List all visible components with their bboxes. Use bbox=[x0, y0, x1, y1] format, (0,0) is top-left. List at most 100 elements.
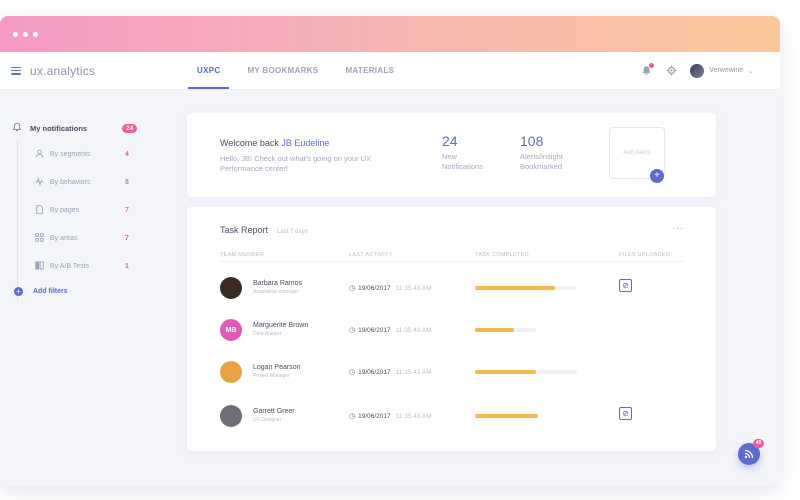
ab-test-icon bbox=[32, 260, 46, 272]
welcome-message: Welcome back JB Eudeline Hello, JB! Chec… bbox=[220, 138, 380, 174]
table-row[interactable]: Logan Pearson Project Manager ◷ 19/06/20… bbox=[220, 361, 684, 391]
window-titlebar bbox=[0, 16, 780, 52]
last-activity: ◷ 19/06/2017 11:35:43 AM bbox=[349, 284, 432, 293]
last-activity: ◷ 19/06/2017 11:35:43 AM bbox=[349, 326, 432, 335]
sidebar-item-label: By pages bbox=[50, 206, 80, 214]
sidebar-item-pages[interactable]: By pages 7 bbox=[32, 196, 150, 224]
activity-time: 11:35:43 AM bbox=[395, 326, 432, 334]
plus-icon: + bbox=[14, 286, 23, 296]
sidebar-item-count: 4 bbox=[125, 150, 129, 158]
notification-filters: By segments 4 By behaviors 5 By pages 7 bbox=[14, 140, 150, 302]
window-dot[interactable] bbox=[23, 31, 28, 37]
sidebar-item-segments[interactable]: By segments 4 bbox=[32, 140, 150, 168]
member-name: Marguerite Brown bbox=[253, 322, 309, 329]
sidebar-item-count: 7 bbox=[125, 234, 129, 242]
notifications-label: My notifications bbox=[30, 123, 88, 133]
sidebar-item-count: 1 bbox=[125, 262, 129, 270]
table-row[interactable]: Garrett Greer UX Designer ◷ 19/06/2017 1… bbox=[220, 405, 684, 435]
grid-icon bbox=[32, 232, 46, 244]
notifications-count-badge: 24 bbox=[122, 123, 138, 133]
task-progress-bar bbox=[475, 370, 577, 374]
sidebar-item-label: By behaviors bbox=[50, 178, 91, 186]
member-role: UX Designer bbox=[253, 417, 282, 423]
last-activity: ◷ 19/06/2017 11:35:43 AM bbox=[349, 368, 432, 377]
stat-label: Alerts/insight Bookmarked bbox=[520, 152, 563, 171]
member-name: Barbara Ramos bbox=[253, 280, 303, 287]
task-report-title: Task Report bbox=[220, 225, 269, 235]
top-navigation: ux.analytics UXPC MY BOOKMARKS MATERIALS… bbox=[0, 52, 780, 90]
sidebar-item-ab-tests[interactable]: By A/B Tests 1 bbox=[32, 252, 150, 280]
add-filters-label: Add filters bbox=[33, 287, 68, 295]
task-report-header: Task Report Last 7 days bbox=[220, 225, 308, 235]
window-dot[interactable] bbox=[13, 31, 18, 37]
user-icon bbox=[32, 149, 46, 160]
hamburger-menu-icon[interactable] bbox=[11, 66, 21, 75]
page-icon bbox=[32, 204, 46, 216]
gear-icon[interactable] bbox=[665, 65, 677, 77]
avatar bbox=[220, 277, 242, 299]
task-progress-bar bbox=[475, 286, 577, 290]
activity-time: 11:35:43 AM bbox=[395, 284, 432, 292]
clock-icon: ◷ bbox=[349, 285, 356, 292]
sidebar-item-areas[interactable]: By areas 7 bbox=[32, 224, 150, 252]
attachment-icon[interactable]: ⊘ bbox=[619, 279, 632, 292]
last-activity: ◷ 19/06/2017 11:35:43 AM bbox=[349, 412, 432, 421]
clock-icon: ◷ bbox=[349, 413, 356, 420]
bell-icon[interactable] bbox=[640, 62, 655, 77]
avatar: MB bbox=[220, 319, 242, 341]
sidebar-item-count: 7 bbox=[125, 206, 129, 214]
activity-time: 11:35:43 AM bbox=[395, 412, 432, 420]
sidebar-item-label: By A/B Tests bbox=[50, 262, 90, 270]
add-filters-button[interactable]: + Add filters bbox=[14, 280, 150, 302]
user-menu[interactable]: Verwewine ⌄ bbox=[690, 63, 754, 78]
member-role: Project Manager bbox=[253, 373, 290, 379]
stat-new-notifications[interactable]: 24 New Notifications bbox=[442, 133, 492, 172]
add-alert-button[interactable]: + bbox=[650, 169, 664, 183]
activity-time: 11:35:43 AM bbox=[395, 368, 432, 376]
activity-date: 19/06/2017 bbox=[358, 368, 391, 376]
task-progress-bar bbox=[475, 328, 537, 332]
avatar bbox=[220, 361, 242, 383]
avatar bbox=[220, 405, 242, 427]
sidebar-item-label: By segments bbox=[50, 150, 91, 158]
task-progress-fill bbox=[475, 414, 539, 418]
window-dot[interactable] bbox=[33, 31, 38, 37]
task-report-card: Task Report Last 7 days ··· TEAM MEMBER … bbox=[187, 207, 716, 451]
brand: ux.analytics bbox=[0, 64, 188, 78]
attachment-icon[interactable]: ⊘ bbox=[619, 407, 632, 420]
column-header: LAST ACTIVITY bbox=[349, 252, 393, 258]
avatar bbox=[690, 63, 705, 78]
feed-count-badge: 40 bbox=[753, 439, 764, 448]
stat-alerts-bookmarked[interactable]: 108 Alerts/insight Bookmarked bbox=[520, 133, 580, 172]
tab-uxpc[interactable]: UXPC bbox=[188, 52, 230, 89]
chevron-down-icon: ⌄ bbox=[748, 67, 754, 75]
member-role: Acquisition manager bbox=[253, 289, 299, 295]
sidebar-item-notifications[interactable]: My notifications 24 bbox=[12, 120, 150, 136]
bell-icon bbox=[12, 122, 24, 135]
welcome-card: Welcome back JB Eudeline Hello, JB! Chec… bbox=[187, 113, 716, 197]
welcome-subtitle: Hello, JB! Check out what's going on you… bbox=[220, 154, 372, 173]
tab-materials[interactable]: MATERIALS bbox=[336, 52, 403, 89]
column-header: FILES UPLOADED bbox=[619, 252, 671, 258]
main-tabs: UXPC MY BOOKMARKS MATERIALS bbox=[188, 52, 412, 89]
activity-date: 19/06/2017 bbox=[358, 326, 391, 334]
welcome-greeting: Welcome back bbox=[220, 138, 279, 148]
tab-my-bookmarks[interactable]: MY BOOKMARKS bbox=[238, 52, 327, 89]
brand-name: ux.analytics bbox=[30, 63, 96, 78]
more-options-icon[interactable]: ··· bbox=[672, 223, 684, 233]
task-progress-fill bbox=[475, 286, 555, 290]
pulse-icon bbox=[32, 176, 46, 188]
clock-icon: ◷ bbox=[349, 369, 356, 376]
column-header: TEAM MEMBER bbox=[220, 252, 265, 258]
sidebar-item-behaviors[interactable]: By behaviors 5 bbox=[32, 168, 150, 196]
member-name: Logan Pearson bbox=[253, 364, 301, 371]
task-progress-fill bbox=[475, 370, 537, 374]
stat-label: New Notifications bbox=[442, 152, 483, 171]
column-header: TASK COMPLETED bbox=[475, 252, 529, 258]
table-row[interactable]: MB Marguerite Brown Data Analyst ◷ 19/06… bbox=[220, 319, 684, 349]
stat-value: 24 bbox=[442, 133, 458, 149]
table-row[interactable]: Barbara Ramos Acquisition manager ◷ 19/0… bbox=[220, 277, 684, 307]
sidebar-item-count: 5 bbox=[125, 178, 129, 186]
member-role: Data Analyst bbox=[253, 331, 282, 337]
notification-dot bbox=[649, 62, 655, 68]
